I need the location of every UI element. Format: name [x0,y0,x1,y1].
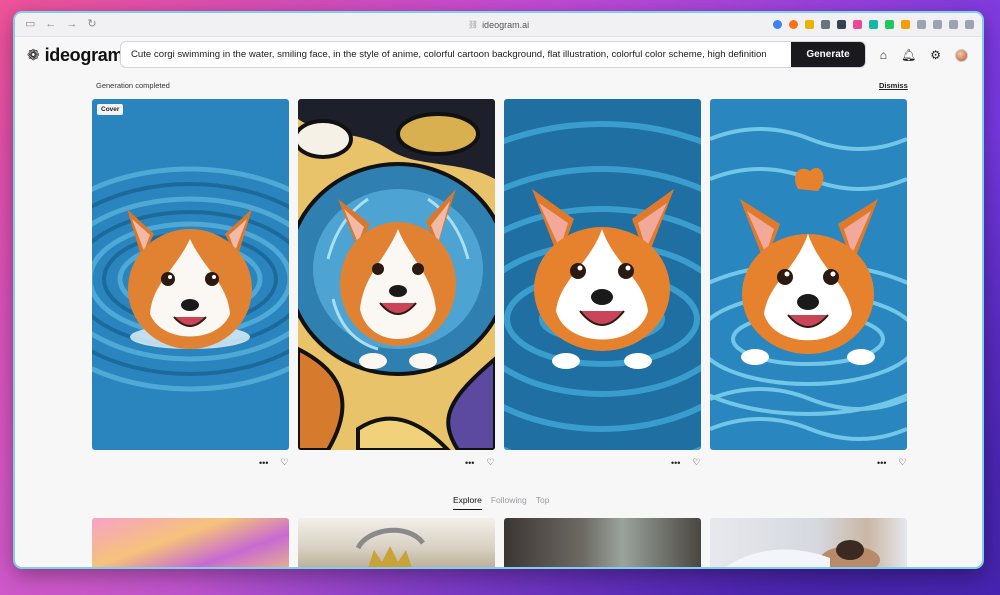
extension-icon[interactable] [869,20,878,29]
logo-text: ideogram [44,44,124,65]
app-header: ❁ ideogram Cute corgi swimming in the wa… [15,37,982,73]
more-options-icon[interactable]: ••• [259,458,268,468]
explore-thumbnail[interactable] [298,518,495,567]
generated-image-3[interactable] [504,99,701,450]
extension-icon[interactable] [837,20,846,29]
image-actions: ••• ♡ [259,457,289,468]
extension-icon[interactable] [789,20,798,29]
logo-mark-icon: ❁ [27,47,40,64]
generated-image-1[interactable]: Cover [92,99,289,450]
home-icon[interactable]: ⌂ [880,48,887,62]
prompt-box: Cute corgi swimming in the water, smilin… [120,41,866,68]
address-bar[interactable]: ⛓ ideogram.ai [468,20,529,30]
tab-following[interactable]: Following [491,495,527,510]
extension-icon[interactable] [773,20,782,29]
explore-thumbnail[interactable] [710,518,907,567]
heart-icon[interactable]: ♡ [280,457,288,468]
image-actions: ••• ♡ [671,457,701,468]
reload-icon[interactable]: ↻ [87,19,96,30]
heart-icon[interactable]: ♡ [692,457,700,468]
generated-image-4[interactable] [710,99,907,450]
explore-thumbnail[interactable] [92,518,289,567]
extension-icon[interactable] [901,20,910,29]
explore-thumbnail[interactable] [504,518,701,567]
extension-icon[interactable] [853,20,862,29]
prompt-input[interactable]: Cute corgi swimming in the water, smilin… [121,42,791,67]
tab-explore[interactable]: Explore [453,495,482,510]
url-text: ideogram.ai [482,19,530,30]
browser-toolbar: ▭ ← → ↻ ⛓ ideogram.ai [15,13,982,37]
back-icon[interactable]: ← [45,19,56,30]
more-options-icon[interactable]: ••• [671,458,680,468]
more-options-icon[interactable]: ••• [877,458,886,468]
extension-icon[interactable] [917,20,926,29]
extension-icon[interactable] [821,20,830,29]
browser-window: ▭ ← → ↻ ⛓ ideogram.ai ❁ ideogram Cute co… [13,11,984,569]
sidebar-icon[interactable]: ▭ [25,19,35,30]
link-icon: ⛓ [467,20,479,29]
dismiss-link[interactable]: Dismiss [879,81,908,90]
avatar[interactable] [955,48,968,62]
tab-top[interactable]: Top [536,495,550,510]
generated-image-2[interactable] [298,99,495,450]
extension-icon[interactable] [949,20,958,29]
gear-icon[interactable]: ⚙ [930,48,941,62]
extension-bar [773,20,974,29]
more-options-icon[interactable]: ••• [465,458,474,468]
generate-button[interactable]: Generate [791,42,865,67]
cover-badge: Cover [97,104,124,115]
extension-icon[interactable] [885,20,894,29]
forward-icon[interactable]: → [66,19,77,30]
image-actions: ••• ♡ [877,457,907,468]
heart-icon[interactable]: ♡ [486,457,494,468]
ideogram-logo[interactable]: ❁ ideogram [27,44,124,66]
image-actions: ••• ♡ [465,457,495,468]
extension-icon[interactable] [933,20,942,29]
feed-tabs: Explore Following Top [453,495,549,510]
heart-icon[interactable]: ♡ [898,457,906,468]
bell-icon[interactable]: 🔔︎ [901,48,916,62]
extension-icon[interactable] [805,20,814,29]
extension-icon[interactable] [965,20,974,29]
status-message: Generation completed [96,81,170,90]
